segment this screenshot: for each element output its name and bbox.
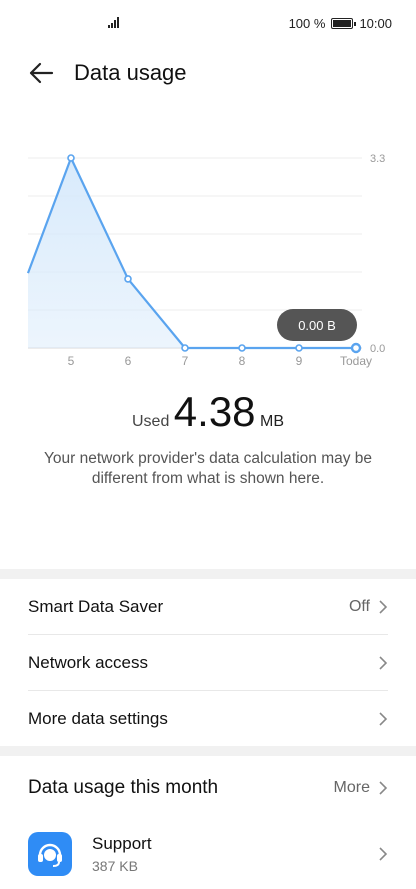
- usage-chart-svg: 3.3 0.0 5 6 7 8 9 Today 0.00 B: [26, 153, 385, 368]
- x-tick-label: 5: [68, 354, 75, 368]
- status-bar: 100 % 10:00: [0, 0, 416, 46]
- used-label: Used: [131, 413, 170, 430]
- chevron-right-icon: [379, 781, 388, 795]
- data-point: [124, 275, 132, 283]
- headset-icon: [38, 843, 62, 867]
- data-point: [181, 344, 189, 352]
- data-point: [67, 154, 75, 162]
- network-access-row[interactable]: Network access: [28, 635, 388, 691]
- usage-total: Used 4.38 MB: [0, 388, 416, 436]
- app-bar: Data usage: [0, 50, 416, 96]
- disclaimer-text: Your network provider's data calculation…: [43, 450, 373, 487]
- data-point: [350, 342, 362, 354]
- x-tick-label: 6: [125, 354, 132, 368]
- more-data-settings-row[interactable]: More data settings: [28, 691, 388, 747]
- y-tick-label: 3.3: [370, 153, 385, 165]
- x-tick-label: Today: [340, 354, 372, 368]
- signal-icon: [108, 17, 119, 28]
- app-usage-item[interactable]: Support 387 KB: [28, 824, 388, 884]
- data-point: [295, 344, 303, 352]
- tooltip-text: 0.00 B: [298, 318, 336, 333]
- x-tick-label: 9: [296, 354, 303, 368]
- battery-percent: 100 %: [288, 16, 326, 31]
- y-tick-label: 0.0: [370, 343, 385, 355]
- chevron-right-icon: [379, 655, 388, 670]
- app-size: 387 KB: [92, 858, 138, 874]
- clock: 10:00: [359, 16, 392, 31]
- more-link[interactable]: More: [334, 779, 370, 797]
- section-divider: [0, 569, 416, 579]
- more-data-settings-label: More data settings: [28, 709, 168, 728]
- page-title: Data usage: [74, 60, 187, 85]
- x-tick-label: 7: [182, 354, 189, 368]
- battery-icon: [331, 18, 357, 29]
- network-access-label: Network access: [28, 652, 148, 672]
- chevron-right-icon: [379, 599, 388, 614]
- monthly-usage-header: Data usage this month More: [28, 762, 388, 814]
- app-name: Support: [92, 834, 152, 853]
- chevron-right-icon: [379, 712, 388, 726]
- data-point: [238, 344, 246, 352]
- monthly-usage-title: Data usage this month: [28, 777, 219, 798]
- usage-chart: 3.3 0.0 5 6 7 8 9 Today 0.00 B: [0, 120, 416, 380]
- chevron-right-icon: [379, 847, 388, 861]
- section-divider: [0, 746, 416, 756]
- used-amount: 4.38: [173, 388, 256, 435]
- used-unit: MB: [260, 413, 284, 430]
- smart-data-saver-row[interactable]: Smart Data Saver Off: [28, 579, 388, 635]
- smart-data-saver-value: Off: [348, 597, 370, 615]
- smart-data-saver-label: Smart Data Saver: [28, 596, 164, 616]
- x-tick-label: 8: [239, 354, 246, 368]
- support-app-icon: [28, 832, 72, 876]
- back-arrow-icon[interactable]: [26, 60, 56, 86]
